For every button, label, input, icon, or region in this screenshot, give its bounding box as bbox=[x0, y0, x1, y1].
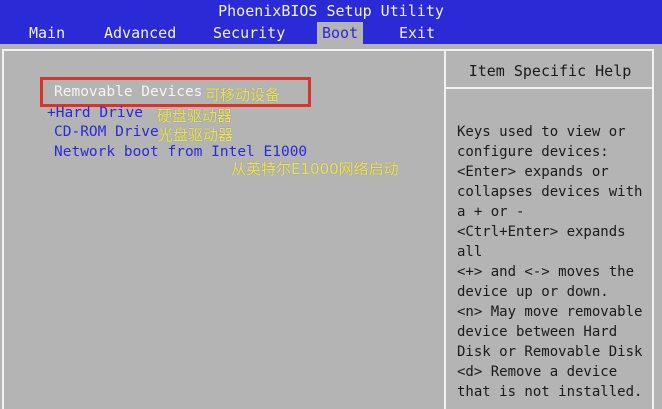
help-line: all bbox=[457, 244, 483, 260]
help-line: <n> May move removable bbox=[457, 304, 643, 320]
bios-title: PhoenixBIOS Setup Utility bbox=[218, 2, 444, 20]
bios-title-bar: PhoenixBIOS Setup Utility bbox=[0, 0, 662, 22]
panel-divider bbox=[444, 49, 447, 409]
tab-main[interactable]: Main bbox=[24, 22, 70, 44]
help-line: configure devices: bbox=[457, 144, 609, 160]
help-line: <d> Remove a device bbox=[457, 364, 618, 380]
help-line: collapses devices with bbox=[457, 184, 643, 200]
tab-advanced[interactable]: Advanced bbox=[99, 22, 181, 44]
help-text: Keys used to view or configure devices: … bbox=[457, 122, 657, 402]
help-line: <Ctrl+Enter> expands bbox=[457, 224, 626, 240]
help-separator bbox=[446, 87, 654, 89]
help-line: device between Hard bbox=[457, 324, 618, 340]
help-line: that is not installed. bbox=[457, 384, 643, 400]
tab-exit[interactable]: Exit bbox=[394, 22, 440, 44]
boot-panel: Item Specific Help Keys used to view or … bbox=[0, 44, 662, 409]
tab-boot[interactable]: Boot bbox=[317, 22, 364, 44]
annotation-hard-drive: 硬盘驱动器 bbox=[157, 107, 233, 125]
boot-item-cdrom-drive[interactable]: CD-ROM Drive bbox=[54, 124, 159, 140]
help-line: <+> and <-> moves the bbox=[457, 264, 635, 280]
boot-item-hard-drive[interactable]: +Hard Drive bbox=[47, 105, 143, 121]
annotation-removable-devices: 可移动设备 bbox=[205, 86, 281, 104]
tab-security[interactable]: Security bbox=[208, 22, 290, 44]
help-line: Keys used to view or bbox=[457, 124, 626, 140]
help-title: Item Specific Help bbox=[468, 62, 632, 80]
help-line: device up or down. bbox=[457, 284, 609, 300]
help-line: a + or - bbox=[457, 204, 525, 220]
help-line: Disk or Removable Disk bbox=[457, 344, 643, 360]
boot-item-removable-devices[interactable]: Removable Devices bbox=[54, 84, 202, 100]
menu-bar: Main Advanced Security Boot Exit bbox=[0, 22, 662, 44]
annotation-cdrom-drive: 光盘驱动器 bbox=[158, 126, 234, 144]
help-line: <Enter> expands or bbox=[457, 164, 609, 180]
annotation-network-boot: 从英特尔E1000网络启动 bbox=[231, 160, 399, 178]
